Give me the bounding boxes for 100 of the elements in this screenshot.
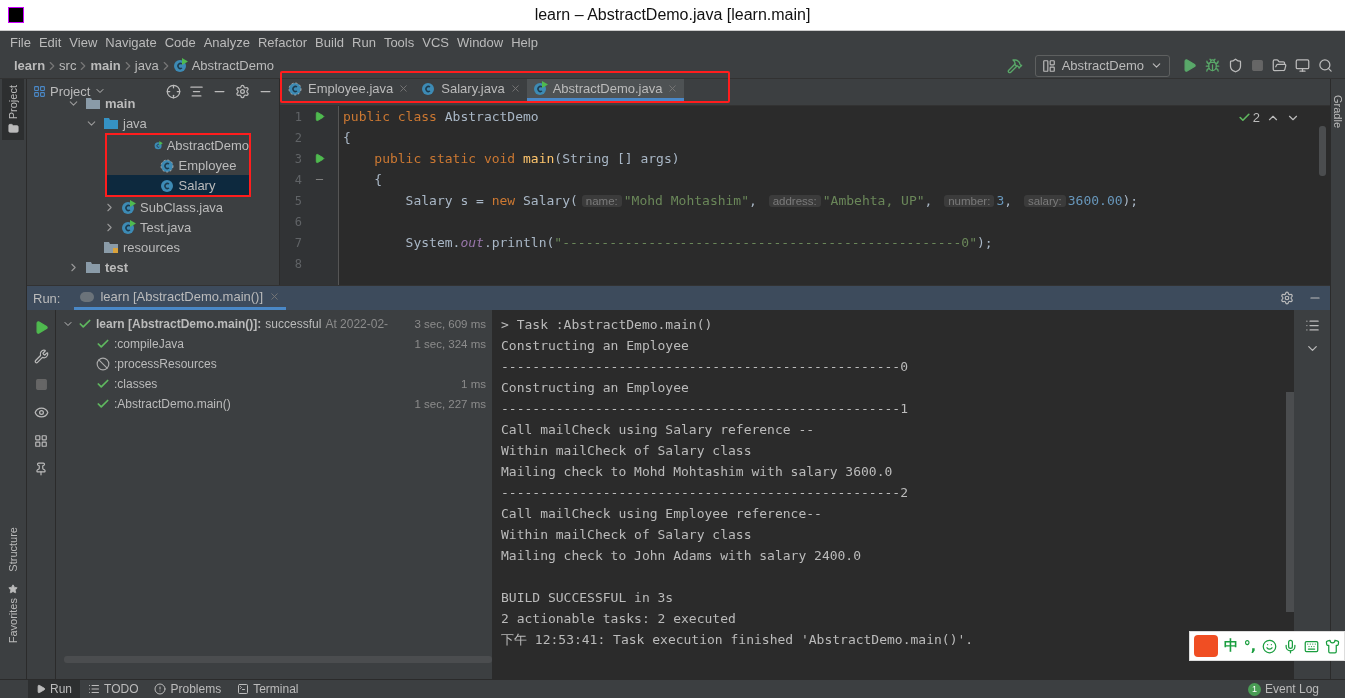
code-line: { [373, 171, 383, 189]
microphone-icon[interactable] [1283, 638, 1298, 654]
console-line: Call mailCheck using Salary reference -- [501, 421, 815, 439]
run-gutter-icon[interactable] [313, 111, 325, 122]
soft-wrap-icon[interactable] [1304, 318, 1320, 333]
task-row[interactable]: :processResources [56, 354, 492, 374]
menu-item[interactable]: Help [507, 34, 542, 50]
layout-icon[interactable] [34, 434, 48, 448]
editor-tab[interactable]: Employee.java [282, 79, 416, 101]
close-icon[interactable] [398, 83, 410, 94]
tool-window-tab[interactable]: Terminal [229, 680, 307, 698]
run-gutter-icon[interactable] [313, 153, 325, 164]
tree-item[interactable]: test [27, 257, 279, 277]
code-line: public static void main(String [] args) [373, 150, 680, 168]
tree-item[interactable]: Employee [107, 155, 249, 175]
console-line: ---------------------------------------------------1 [501, 400, 908, 418]
editor-tab[interactable]: AbstractDemo.java [526, 79, 685, 101]
project-view-dropdown[interactable]: Project [33, 83, 107, 99]
editor-tab[interactable]: Salary.java [415, 79, 527, 101]
close-icon[interactable] [269, 291, 281, 302]
task-row[interactable]: :AbstractDemo.main() 1 sec, 227 ms [56, 394, 492, 414]
process-tab[interactable]: learn [AbstractDemo.main()] [74, 286, 287, 310]
menu-item[interactable]: Edit [34, 34, 66, 50]
console-line: ---------------------------------------------------2 [501, 484, 908, 502]
runnable-class-icon [121, 199, 136, 215]
folder-icon [7, 123, 19, 135]
smile-icon[interactable] [1262, 638, 1277, 654]
tool-window-tab[interactable]: Structure [2, 521, 24, 578]
settings-icon[interactable] [1280, 291, 1294, 305]
scrollbar-thumb[interactable] [64, 656, 492, 663]
scrollbar-thumb[interactable] [1286, 392, 1294, 612]
run-label: Run: [33, 290, 61, 306]
breadcrumb-item[interactable]: java [134, 58, 159, 73]
terminal-icon [237, 683, 250, 695]
settings-icon[interactable] [235, 83, 250, 99]
class-icon [159, 177, 175, 193]
bug-icon [1205, 58, 1220, 73]
window-title: learn – AbstractDemo.java [learn.main] [533, 6, 812, 24]
ime-label[interactable]: 中 [1223, 637, 1238, 655]
console-line: Constructing an Employee [501, 379, 689, 397]
tool-window-tab[interactable]: TODO [80, 680, 147, 698]
tree-item[interactable]: Test.java [27, 217, 279, 237]
console-line: Mailing check to Mohd Mohtashim with salary 3600.0 [501, 463, 893, 481]
menu-item[interactable]: View [65, 34, 102, 50]
menu-item[interactable]: Build [311, 34, 348, 50]
menu-item[interactable]: Refactor [253, 34, 312, 50]
tree-item[interactable]: AbstractDemo [107, 135, 249, 155]
tree-item[interactable]: resources [27, 237, 279, 257]
menu-item[interactable]: Tools [379, 34, 419, 50]
runnable-class-icon [121, 219, 136, 235]
class-icon [421, 81, 437, 96]
breadcrumb-item[interactable]: main [90, 58, 121, 73]
breadcrumb-item[interactable]: src [59, 58, 77, 73]
tool-window-tab[interactable]: Run [28, 680, 80, 698]
task-row[interactable]: :classes 1 ms [56, 374, 492, 394]
search-icon [1318, 58, 1333, 73]
play-icon [36, 684, 46, 694]
alert-icon [154, 683, 167, 695]
menu-item[interactable]: File [6, 34, 35, 50]
tree-item[interactable]: java [27, 113, 279, 133]
eye-icon[interactable] [33, 405, 49, 420]
expand-all-icon[interactable] [189, 83, 204, 99]
run-config-dropdown[interactable]: AbstractDemo [1034, 54, 1170, 77]
panel-icon [33, 84, 46, 98]
inspection-count[interactable]: 2 [1237, 110, 1260, 125]
menu-item[interactable]: Navigate [101, 34, 161, 50]
tool-window-tab[interactable]: Project [2, 79, 24, 141]
check-icon [1237, 111, 1251, 124]
task-row[interactable]: :compileJava 1 sec, 324 ms [56, 334, 492, 354]
count-badge: 1 [1247, 682, 1261, 696]
ime-label[interactable]: °, [1243, 638, 1256, 654]
rerun-icon[interactable] [33, 320, 49, 335]
tree-item[interactable]: SubClass.java [27, 197, 279, 217]
keyboard-icon[interactable] [1304, 638, 1319, 654]
tool-window-tab[interactable]: Favorites [2, 577, 24, 649]
tree-item[interactable]: Salary [107, 175, 249, 195]
console-line: Constructing an Employee [501, 337, 689, 355]
breadcrumb-item[interactable]: AbstractDemo [172, 58, 274, 73]
tool-window-tab[interactable]: Gradle [1327, 89, 1345, 135]
menu-item[interactable]: Window [452, 34, 508, 50]
code-line: public class AbstractDemo [343, 108, 539, 126]
menu-item[interactable]: Run [348, 34, 380, 50]
breadcrumb-item[interactable]: learn [14, 58, 46, 73]
close-icon[interactable] [509, 83, 521, 94]
shirt-icon[interactable] [1325, 638, 1340, 654]
console-line: Within mailCheck of Salary class [501, 442, 752, 460]
task-row[interactable]: learn [AbstractDemo.main()]: successful At 2022-02- 3 sec, 609 ms [56, 314, 492, 334]
window-icon [1041, 58, 1056, 73]
menu-item[interactable]: VCS [418, 34, 453, 50]
wrench-icon[interactable] [33, 349, 49, 364]
menu-item[interactable]: Analyze [199, 34, 254, 50]
console-line: Call mailCheck using Employee reference-- [501, 505, 822, 523]
runnable-class-icon [172, 58, 188, 73]
pin-icon[interactable] [34, 462, 48, 476]
scrollbar-thumb[interactable] [1319, 126, 1326, 176]
event-log-button[interactable]: 1 Event Log [1241, 681, 1325, 697]
locate-icon[interactable] [166, 83, 181, 99]
console-line: 下午 12:53:41: Task execution finished 'AbstractDemo.main()'. [501, 630, 974, 649]
menu-item[interactable]: Code [160, 34, 200, 50]
tool-window-tab[interactable]: Problems [146, 680, 230, 698]
